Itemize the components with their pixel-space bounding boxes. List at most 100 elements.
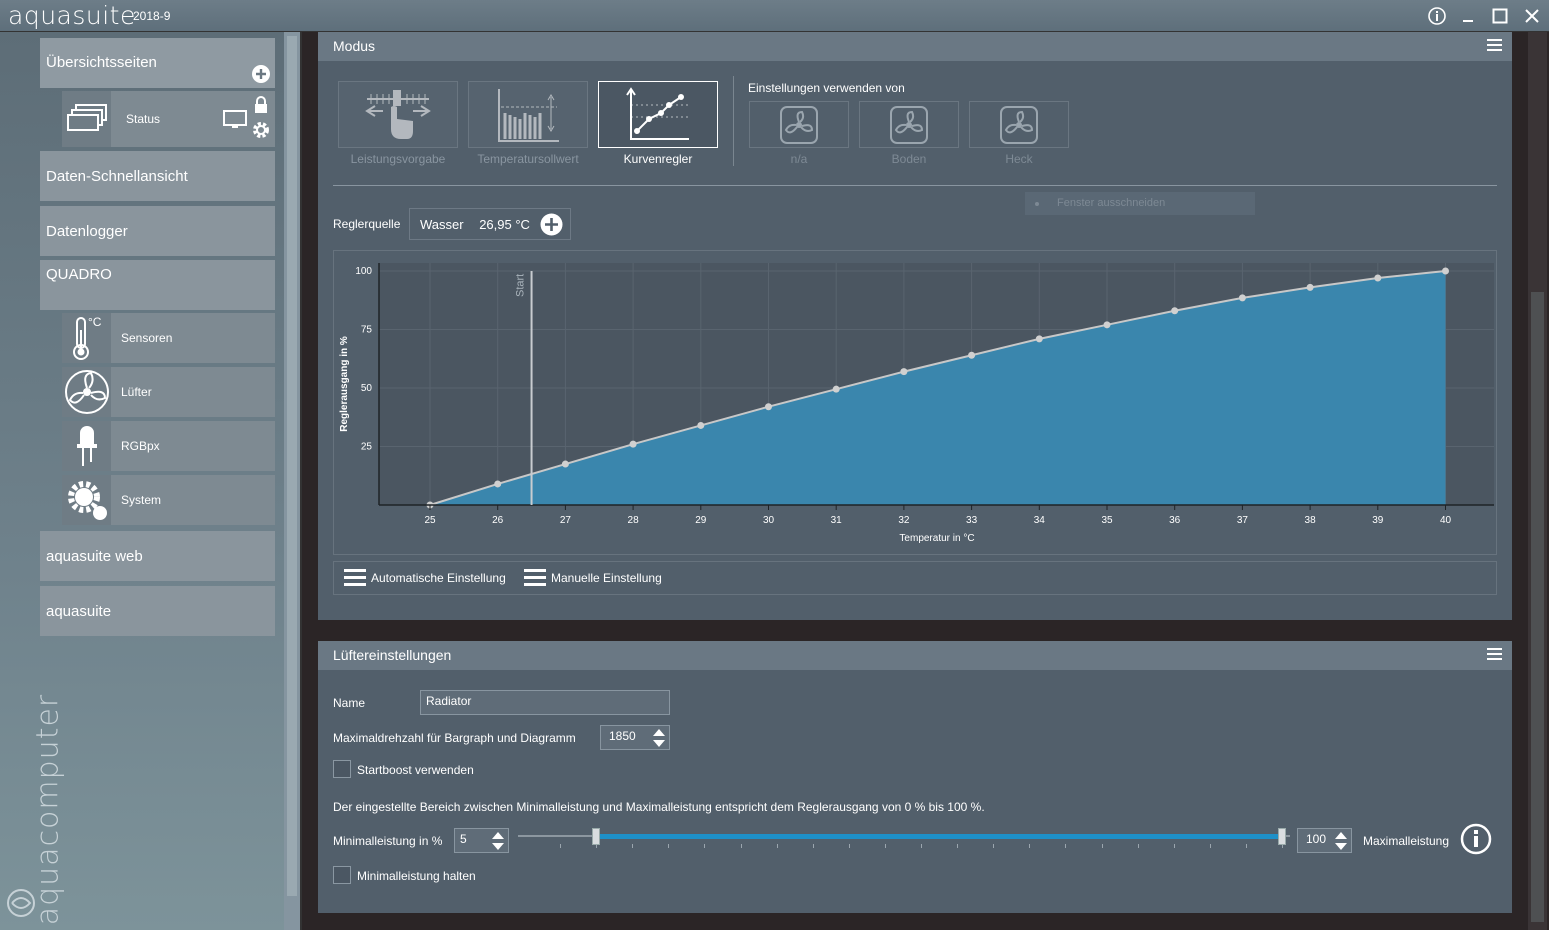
mode-button-curve[interactable] [598, 81, 718, 148]
nav-overview[interactable]: Übersichtsseiten [40, 38, 275, 88]
stepper-arrows-icon[interactable] [1334, 831, 1348, 851]
max-rpm-input[interactable]: 1850 [600, 725, 670, 750]
max-power-input[interactable]: 100 [1297, 828, 1352, 853]
stepper-arrows-icon[interactable] [491, 831, 505, 851]
main-scrollbar[interactable] [1528, 32, 1547, 930]
curve-point[interactable] [697, 421, 705, 429]
tooltip-cut-window: Fenster ausschneiden [1025, 192, 1255, 215]
fan-name-label: Name [333, 696, 366, 710]
slider-tick [993, 844, 995, 848]
slider-tick [848, 844, 850, 848]
controller-source-selector[interactable]: Wasser 26,95 °C [409, 208, 571, 240]
slider-tick [812, 844, 814, 848]
curve-point[interactable] [1103, 321, 1111, 329]
nav-fans[interactable]: Lüfter [62, 367, 275, 417]
info-icon[interactable] [1425, 4, 1449, 28]
gear-icon[interactable] [251, 120, 271, 140]
nav-quick-view[interactable]: Daten-Schnellansicht [40, 151, 275, 201]
mode-separator [333, 185, 1497, 186]
power-range-slider[interactable] [518, 828, 1290, 852]
x-tick-label: 26 [492, 515, 504, 526]
curve-point[interactable] [494, 480, 502, 488]
source-label-boden: Boden [891, 152, 927, 166]
nav-aquasuite-web[interactable]: aquasuite web [40, 531, 275, 581]
max-power-label: Maximalleistung [1363, 834, 1450, 848]
x-tick-label: 31 [831, 515, 843, 526]
hold-min-checkbox[interactable] [333, 866, 351, 884]
stepper-arrows-icon[interactable] [652, 728, 666, 748]
source-button-heck[interactable] [969, 101, 1069, 148]
curve-point[interactable] [1238, 294, 1246, 302]
slider-tick [1065, 844, 1067, 848]
nav-aquasuite-label: aquasuite [46, 602, 112, 620]
curve-toolbar: Automatische Einstellung Manuelle Einste… [333, 561, 1497, 595]
x-tick-label: 30 [763, 515, 775, 526]
nav-status[interactable]: Status [62, 91, 275, 147]
curve-point[interactable] [1442, 267, 1449, 275]
mode-button-power[interactable] [338, 81, 458, 148]
curve-point[interactable] [1374, 274, 1382, 282]
curve-point[interactable] [1306, 283, 1314, 291]
x-tick-label: 33 [966, 515, 978, 526]
manual-setting-button[interactable]: Manuelle Einstellung [524, 568, 662, 588]
info-icon[interactable] [1460, 823, 1492, 855]
source-button-boden[interactable] [859, 101, 959, 148]
max-rpm-label: Maximaldrehzahl für Bargraph und Diagram… [333, 731, 576, 745]
nav-sensors[interactable]: °C Sensoren [62, 313, 275, 363]
x-axis-label: Temperatur in °C [899, 533, 974, 544]
lock-icon[interactable] [253, 96, 269, 114]
minimize-icon[interactable] [1456, 4, 1480, 28]
nav-rgbpx[interactable]: RGBpx [62, 421, 275, 471]
mode-panel-title: Modus [333, 38, 376, 54]
mode-panel-menu-icon[interactable] [1487, 39, 1502, 51]
slider-min-handle[interactable] [592, 828, 601, 845]
manual-setting-label: Manuelle Einstellung [551, 571, 662, 585]
nav-datalogger[interactable]: Datenlogger [40, 206, 275, 256]
curve-point[interactable] [1171, 307, 1179, 315]
startboost-checkbox[interactable] [333, 760, 351, 778]
mode-button-temperature[interactable] [468, 81, 588, 148]
fan-name-input[interactable]: Radiator [420, 690, 670, 715]
curve-point[interactable] [832, 385, 840, 393]
auto-setting-button[interactable]: Automatische Einstellung [344, 568, 506, 588]
slider-tick [1029, 844, 1031, 848]
close-icon[interactable] [1520, 4, 1544, 28]
curve-point[interactable] [765, 403, 772, 411]
curve-point[interactable] [561, 460, 569, 468]
min-power-input[interactable]: 5 [454, 828, 509, 853]
nav-aquasuite[interactable]: aquasuite [40, 586, 275, 636]
temperature-setpoint-icon [498, 88, 559, 142]
curve-chart-svg[interactable]: Start 25 26 27 28 29 30 31 32 33 34 35 36 37 38 39 40 25 5… [334, 251, 1496, 554]
mode-divider [733, 76, 734, 166]
source-button-na[interactable] [749, 101, 849, 148]
sidebar-scrollbar[interactable] [284, 32, 300, 930]
curve-point[interactable] [900, 368, 908, 376]
auto-setting-label: Automatische Einstellung [371, 571, 506, 585]
slider-tick [1101, 844, 1103, 848]
slider-tick [668, 844, 670, 848]
fan-panel-menu-icon[interactable] [1487, 648, 1502, 660]
curve-point[interactable] [629, 440, 637, 448]
curve-point[interactable] [1035, 335, 1043, 343]
max-rpm-value: 1850 [609, 729, 636, 743]
menu-icon [344, 569, 366, 586]
x-tick-label: 32 [898, 515, 910, 526]
add-page-icon[interactable] [251, 64, 271, 84]
slider-max-handle[interactable] [1278, 828, 1286, 845]
nav-system[interactable]: System [62, 475, 275, 525]
slider-tick [740, 844, 742, 848]
nav-rgbpx-label: RGBpx [121, 439, 160, 453]
maximize-icon[interactable] [1488, 4, 1512, 28]
min-power-label: Minimalleistung in % [333, 834, 443, 848]
thermometer-icon [62, 313, 111, 363]
slider-tick [776, 844, 778, 848]
mode-label-temperature: Temperatursollwert [477, 152, 579, 166]
nav-device[interactable]: QUADRO [40, 260, 275, 310]
nav-quick-view-label: Daten-Schnellansicht [46, 167, 188, 185]
start-marker-label: Start [515, 274, 527, 297]
controller-source-value: 26,95 °C [479, 217, 530, 232]
add-source-icon[interactable] [540, 213, 563, 236]
curve-point[interactable] [968, 351, 976, 359]
x-tick-label: 27 [560, 515, 572, 526]
led-icon [62, 421, 111, 471]
